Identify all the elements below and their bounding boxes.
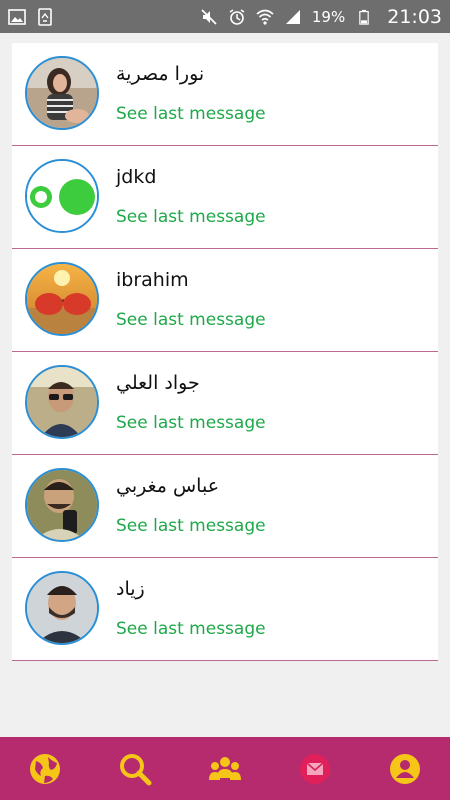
alarm-icon [228,8,246,26]
avatar-photo-man-sunglasses [27,367,97,437]
avatar[interactable] [25,468,99,542]
bottom-nav [0,737,450,800]
see-last-message-link[interactable]: See last message [116,104,266,124]
recycle-icon [36,7,54,26]
nav-globe-button[interactable] [23,747,67,791]
battery-percent: 19% [311,7,346,26]
chat-row[interactable]: ibrahim See last message [12,249,438,352]
chat-row[interactable]: jdkd See last message [12,146,438,249]
status-left [8,7,54,26]
messages-icon [300,753,330,784]
avatar[interactable] [25,262,99,336]
clock: 21:03 [387,5,442,28]
chat-row[interactable]: جواد العلي See last message [12,352,438,455]
chat-row[interactable]: زياد See last message [12,558,438,661]
chat-row[interactable]: عباس مغربي See last message [12,455,438,558]
globe-icon [30,753,60,784]
signal-icon [284,8,302,26]
avatar-green-circles [27,161,97,231]
avatar[interactable] [25,159,99,233]
nav-profile-button[interactable] [383,747,427,791]
contact-name: jdkd [116,166,157,188]
avatar[interactable] [25,56,99,130]
chat-list: نورا مصرية See last message jdkd See las… [12,43,438,661]
group-icon [209,756,241,780]
contact-name: نورا مصرية [116,63,205,85]
status-bar: 19% 21:03 [0,0,450,33]
avatar-photo-man-phone [27,470,97,540]
search-icon [120,753,152,785]
avatar-photo-woman [27,58,97,128]
see-last-message-link[interactable]: See last message [116,207,266,227]
contact-name: زياد [116,578,145,600]
contact-name: جواد العلي [116,372,200,394]
avatar-photo-man-beard [27,573,97,643]
contact-name: ibrahim [116,269,189,291]
mute-icon [200,8,218,26]
see-last-message-link[interactable]: See last message [116,516,266,536]
see-last-message-link[interactable]: See last message [116,413,266,433]
nav-search-button[interactable] [113,747,157,791]
avatar-sunglasses-beach [27,264,97,334]
nav-messages-button[interactable] [293,747,337,791]
avatar[interactable] [25,571,99,645]
chat-row[interactable]: نورا مصرية See last message [12,43,438,146]
gallery-icon [8,8,26,26]
wifi-icon [256,8,274,26]
battery-icon [355,8,373,26]
see-last-message-link[interactable]: See last message [116,619,266,639]
contact-name: عباس مغربي [116,475,220,497]
status-right: 19% 21:03 [200,6,442,28]
avatar[interactable] [25,365,99,439]
profile-icon [390,753,420,784]
nav-groups-button[interactable] [203,747,247,791]
see-last-message-link[interactable]: See last message [116,310,266,330]
